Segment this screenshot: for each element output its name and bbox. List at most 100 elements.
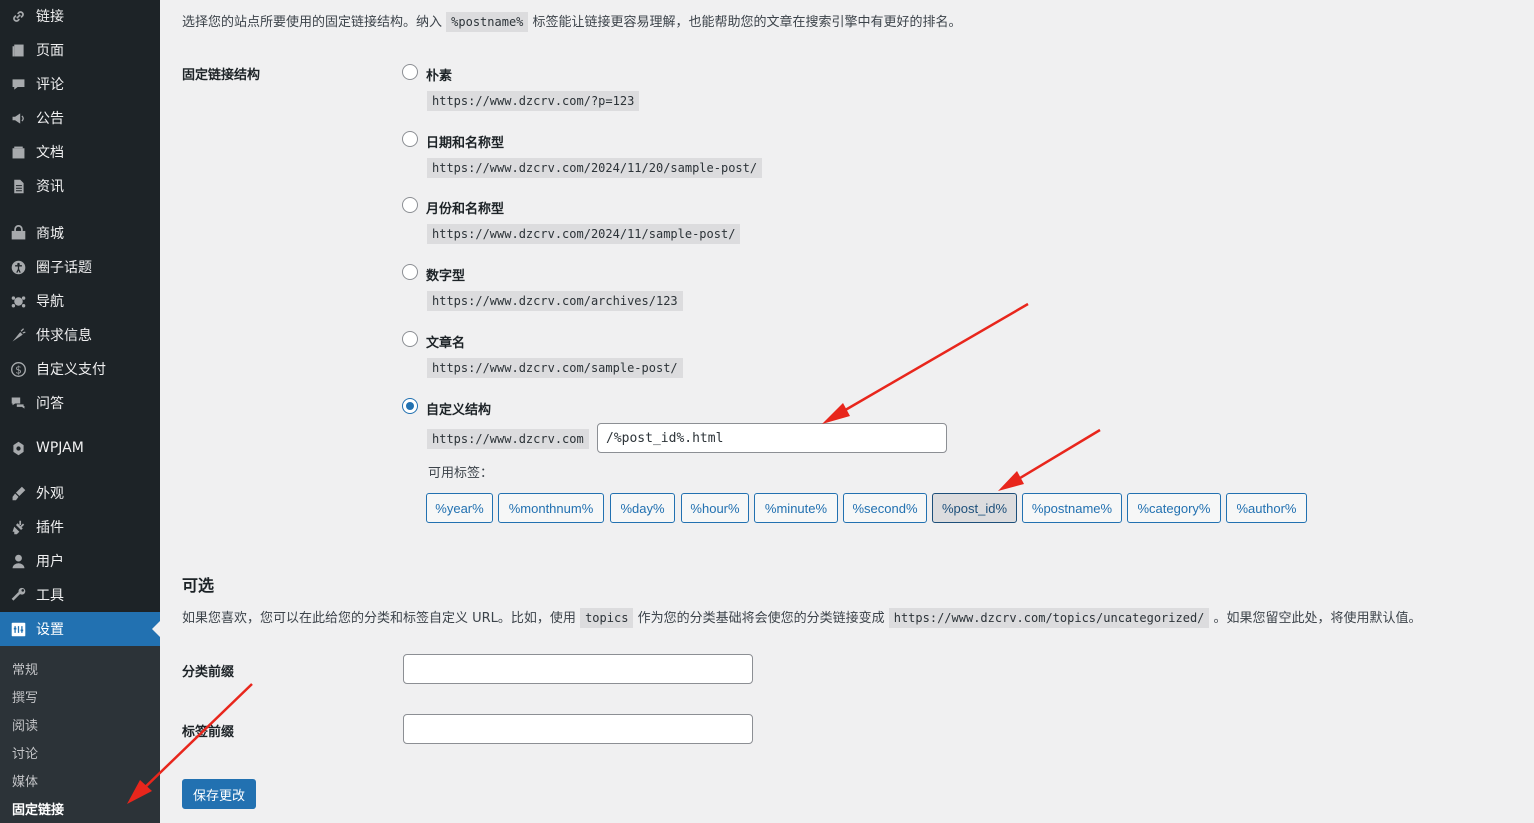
example-month-name: https://www.dzcrv.com/2024/11/sample-pos… [427,224,741,244]
megaphone-icon [9,109,27,127]
radio-custom[interactable] [402,398,418,414]
tools-icon [9,586,27,604]
sidebar-item-label: 圈子话题 [36,260,92,276]
page-icon [9,41,27,59]
sidebar-item-label: 工具 [36,588,64,604]
example-post-name: https://www.dzcrv.com/sample-post/ [427,358,683,378]
sidebar-item-label: 页面 [36,43,64,59]
radio-month-name-label[interactable]: 月份和名称型 [426,198,504,217]
submenu-item-reading[interactable]: 阅读 [12,715,38,734]
carrot-icon [9,326,27,344]
optional-desc-before: 如果您喜欢，您可以在此给您的分类和标签自定义 URL。比如，使用 [182,611,576,626]
sidebar-item-label: 设置 [36,622,64,638]
tag-button-post-id[interactable]: %post_id% [932,493,1017,523]
sidebar-item-label: 评论 [36,77,64,93]
sidebar-item-shop[interactable]: 商城 [0,216,160,250]
submenu-item-writing[interactable]: 撰写 [12,687,38,706]
tag-button-minute[interactable]: %minute% [754,493,838,523]
optional-desc-middle: 作为您的分类基础将会使您的分类链接变成 [637,611,885,626]
sidebar-item-label: 链接 [36,9,64,25]
sidebar-item-label: 外观 [36,486,64,502]
sidebar-item-label: 商城 [36,226,64,242]
sidebar-item-comments[interactable]: 评论 [0,67,160,101]
optional-description: 如果您喜欢，您可以在此给您的分类和标签自定义 URL。比如，使用 topics … [182,607,1422,628]
appearance-icon [9,484,27,502]
intro-text-after: 标签能让链接更容易理解，也能帮助您的文章在搜索引擎中有更好的排名。 [532,15,962,30]
submenu-item-discussion[interactable]: 讨论 [12,743,38,762]
sidebar-item-label: 文档 [36,145,64,161]
tag-button-author[interactable]: %author% [1226,493,1307,523]
intro-text-before: 选择您的站点所要使用的固定链接结构。纳入 [182,15,443,30]
sidebar-item-news[interactable]: 资讯 [0,169,160,203]
sidebar-item-notices[interactable]: 公告 [0,101,160,135]
tag-button-monthnum[interactable]: %monthnum% [498,493,604,523]
document-icon [9,143,27,161]
category-base-label: 分类前缀 [182,665,235,680]
tag-button-postname[interactable]: %postname% [1022,493,1122,523]
custom-base-url: https://www.dzcrv.com [427,429,589,449]
sidebar-item-navigation[interactable]: 导航 [0,284,160,318]
sidebar-item-docs[interactable]: 文档 [0,135,160,169]
submenu-item-general[interactable]: 常规 [12,659,38,678]
radio-numeric-label[interactable]: 数字型 [426,265,465,284]
sidebar-item-circles[interactable]: 圈子话题 [0,250,160,284]
optional-desc-after: 。如果您留空此处，将使用默认值。 [1213,611,1422,626]
tag-button-day[interactable]: %day% [610,493,675,523]
sidebar-item-label: 用户 [36,554,64,570]
save-changes-button[interactable]: 保存更改 [182,779,256,809]
submenu-item-permalinks[interactable]: 固定链接 [12,799,64,818]
intro-text: 选择您的站点所要使用的固定链接结构。纳入 %postname% 标签能让链接更容… [182,11,962,32]
comment-icon [9,75,27,93]
intro-code: %postname% [446,12,529,32]
settings-icon [9,620,27,638]
radio-month-name[interactable] [402,197,418,213]
sidebar-item-settings[interactable]: 设置 [0,612,160,646]
main-content: 选择您的站点所要使用的固定链接结构。纳入 %postname% 标签能让链接更容… [160,0,1534,823]
sidebar-item-links[interactable]: 链接 [0,0,160,33]
sidebar-item-supply[interactable]: 供求信息 [0,318,160,352]
sidebar-item-users[interactable]: 用户 [0,544,160,578]
radio-day-name[interactable] [402,131,418,147]
custom-structure-input[interactable] [597,423,947,453]
sidebar-item-payment[interactable]: $ 自定义支付 [0,352,160,386]
sidebar-item-label: WPJAM [36,440,84,456]
svg-text:$: $ [15,365,21,376]
sidebar-item-pages[interactable]: 页面 [0,33,160,67]
sidebar-item-tools[interactable]: 工具 [0,578,160,612]
sidebar-item-wpjam[interactable]: WPJAM [0,431,160,465]
example-day-name: https://www.dzcrv.com/2024/11/20/sample-… [427,158,763,178]
link-icon [9,7,27,25]
tag-button-year[interactable]: %year% [426,493,493,523]
sidebar-item-label: 导航 [36,294,64,310]
plugin-icon [9,518,27,536]
sidebar-item-qa[interactable]: 问答 [0,386,160,420]
tag-base-input[interactable] [403,714,753,744]
tag-button-second[interactable]: %second% [843,493,927,523]
admin-sidebar: 链接 页面 评论 公告 文档 资讯 商城 圈子话题 导航 供求信息 $ 自定义支… [0,0,160,823]
radio-custom-label[interactable]: 自定义结构 [426,399,491,418]
sidebar-item-label: 公告 [36,111,64,127]
tag-base-label: 标签前缀 [182,725,235,740]
radio-plain[interactable] [402,64,418,80]
user-icon [9,552,27,570]
sidebar-item-label: 供求信息 [36,328,92,344]
sidebar-item-label: 问答 [36,396,64,412]
radio-plain-label[interactable]: 朴素 [426,65,452,84]
sidebar-item-plugins[interactable]: 插件 [0,510,160,544]
dollar-icon: $ [9,360,27,378]
radio-post-name-label[interactable]: 文章名 [426,332,465,351]
tag-button-hour[interactable]: %hour% [681,493,749,523]
optional-desc-code-topics: topics [580,608,634,628]
universal-access-icon [9,258,27,276]
news-icon [9,177,27,195]
category-base-input[interactable] [403,654,753,684]
sidebar-item-label: 自定义支付 [36,362,106,378]
submenu-item-media[interactable]: 媒体 [12,771,38,790]
radio-day-name-label[interactable]: 日期和名称型 [426,132,504,151]
tag-button-category[interactable]: %category% [1127,493,1221,523]
settings-submenu: 常规 撰写 阅读 讨论 媒体 固定链接 [0,646,160,823]
sidebar-item-appearance[interactable]: 外观 [0,476,160,510]
wpjam-icon [9,439,27,457]
radio-post-name[interactable] [402,331,418,347]
radio-numeric[interactable] [402,264,418,280]
